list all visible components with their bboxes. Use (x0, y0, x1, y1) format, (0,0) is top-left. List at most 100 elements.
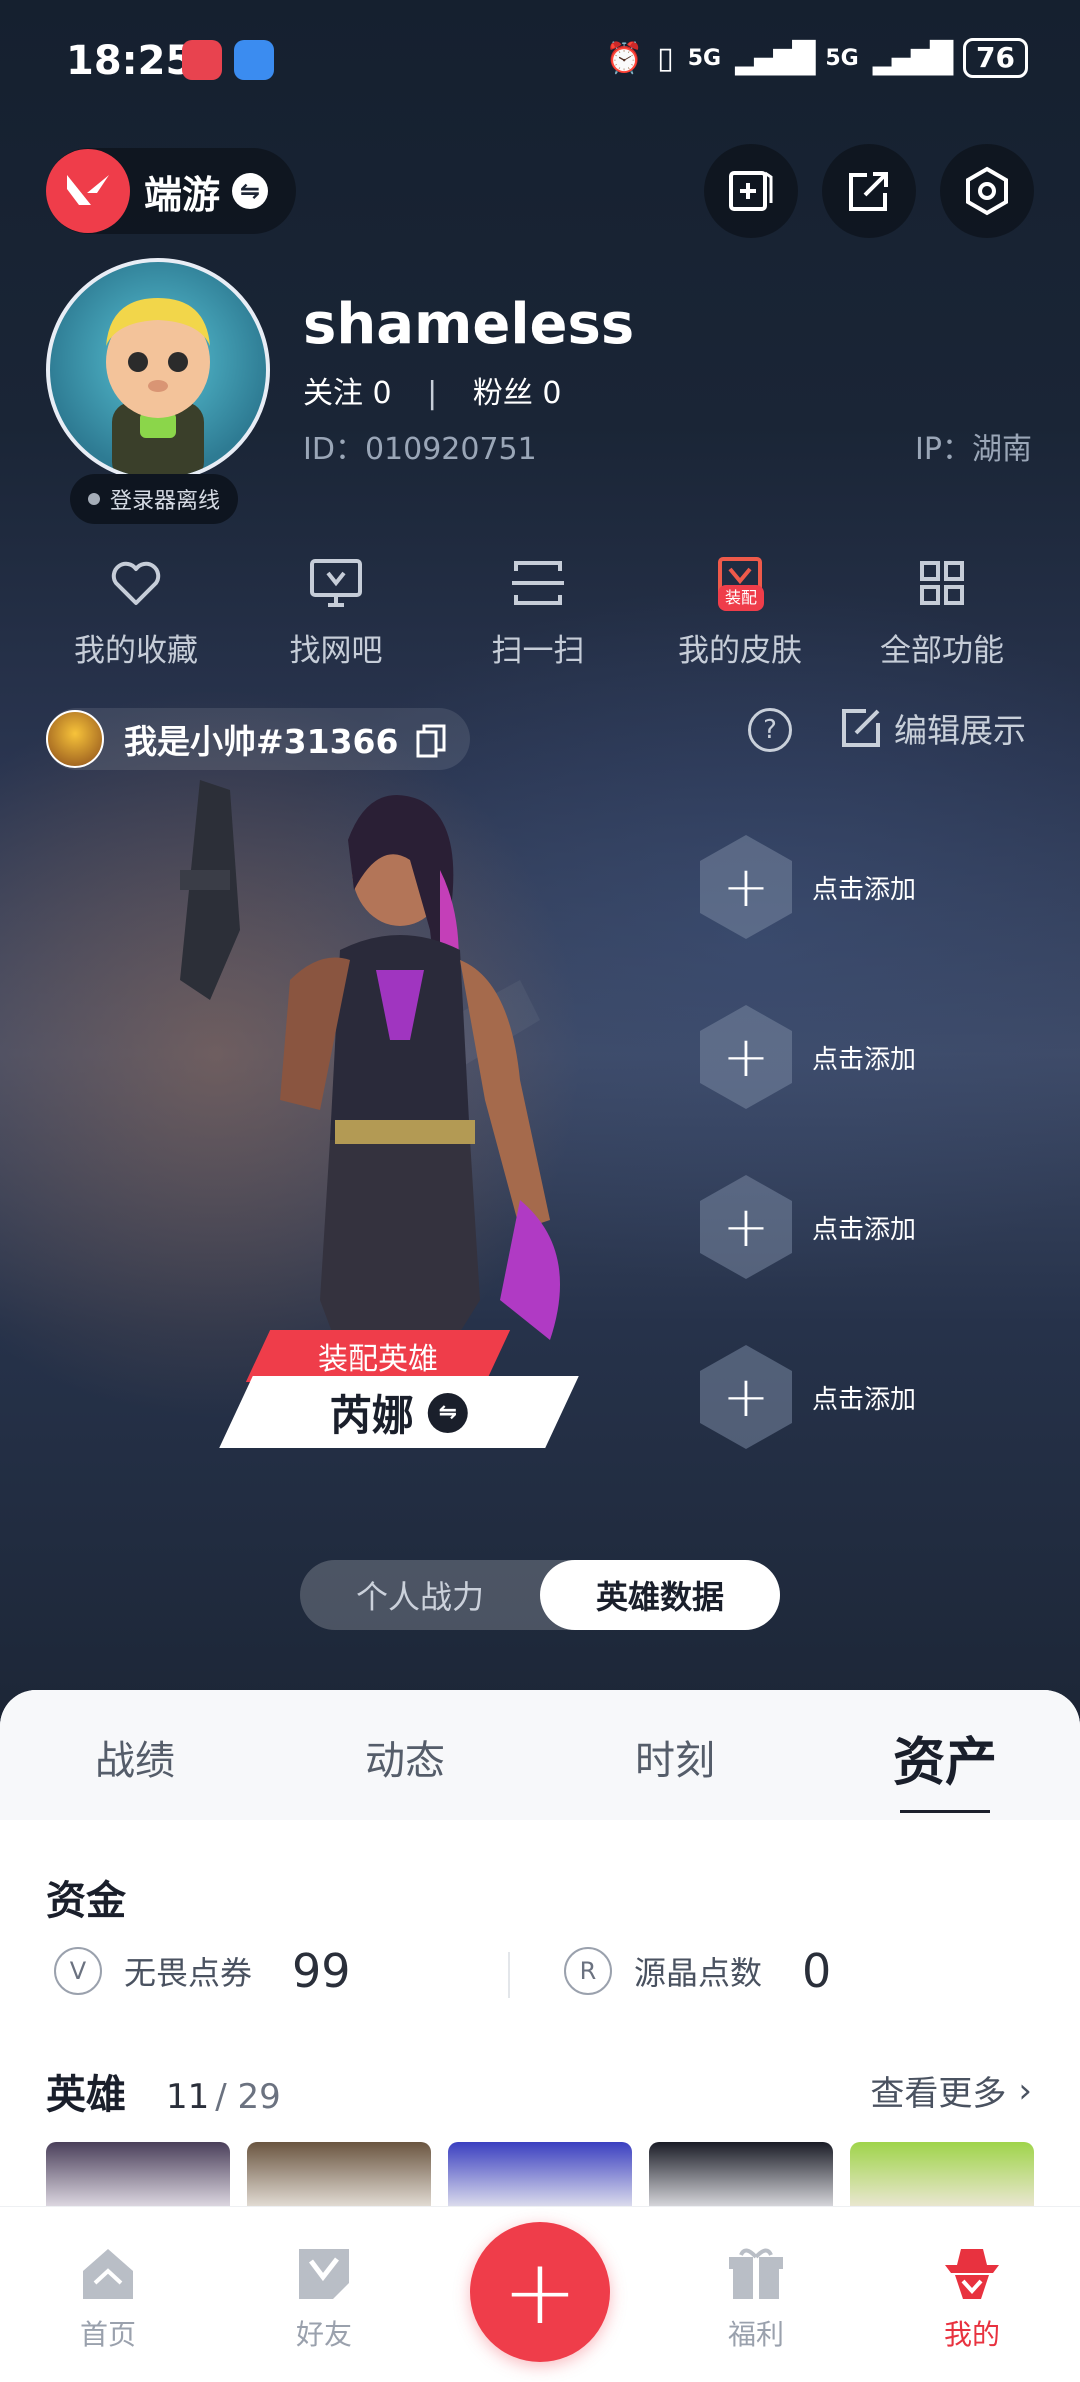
plus-icon: + (700, 1175, 792, 1279)
fund-label: 无畏点券 (124, 1954, 253, 1992)
showcase-slot[interactable]: + 点击添加 (700, 1342, 980, 1452)
funds-title: 资金 (46, 1878, 126, 1924)
hero-thumbnail[interactable] (649, 2142, 833, 2212)
fans-count[interactable]: 粉丝 0 (473, 376, 562, 411)
heroes-title: 英雄 (46, 2072, 126, 2118)
agent-hat-icon (941, 2243, 1003, 2305)
plus-icon: + (502, 2239, 578, 2345)
status-app-icons (182, 40, 274, 80)
hero-name-plate[interactable]: 芮娜 ⇋ (219, 1376, 579, 1448)
copy-icon[interactable] (416, 724, 446, 758)
add-card-icon (729, 171, 773, 211)
quick-action-label: 扫一扫 (491, 633, 585, 669)
status-time: 18:25 (66, 38, 194, 84)
add-card-button[interactable] (704, 144, 798, 238)
quick-action-favorites[interactable]: 我的收藏 (36, 555, 236, 670)
quick-action-all-features[interactable]: 全部功能 (842, 555, 1042, 670)
segment-hero-data[interactable]: 英雄数据 (540, 1560, 780, 1630)
tab-record[interactable]: 战绩 (0, 1690, 270, 1820)
user-id: ID：010920751 (303, 432, 537, 467)
edit-showcase-button[interactable]: 编辑展示 (840, 704, 1026, 752)
quick-action-label: 我的收藏 (74, 633, 198, 669)
valorant-point-icon: V (54, 1947, 102, 1995)
home-icon (77, 2243, 139, 2305)
slot-label: 点击添加 (812, 874, 917, 905)
tab-bar: 战绩 动态 时刻 资产 (0, 1690, 1080, 1820)
nav-home[interactable]: 首页 (0, 2207, 216, 2382)
tab-indicator (900, 1801, 990, 1813)
radianite-icon: R (564, 1947, 612, 1995)
share-icon (849, 172, 888, 211)
skin-icon: 装配 (712, 555, 768, 611)
showcase-slot[interactable]: + 点击添加 (700, 1002, 980, 1112)
fund-label: 源晶点数 (634, 1954, 763, 1992)
platform-switcher[interactable]: 端游 ⇋ (46, 148, 296, 234)
following-count[interactable]: 关注 0 (303, 376, 392, 411)
settings-button[interactable] (940, 144, 1034, 238)
quick-action-label: 找网吧 (289, 633, 383, 669)
signal-5g-label-2: 5G (825, 45, 859, 71)
showcase-slot[interactable]: + 点击添加 (700, 1172, 980, 1282)
quick-action-skins[interactable]: 装配 我的皮肤 (640, 555, 840, 670)
see-more-link[interactable]: 查看更多 › (870, 2066, 1032, 2115)
fund-value: 99 (292, 1944, 351, 1998)
shopping-app-icon (182, 40, 222, 80)
scan-icon (510, 555, 566, 611)
slot-label: 点击添加 (812, 1384, 917, 1415)
avatar[interactable] (46, 258, 270, 482)
username: shameless (303, 292, 635, 357)
quick-action-label: 我的皮肤 (678, 633, 802, 669)
signal-bars-icon: ▂▄▆█ (872, 40, 953, 76)
skin-badge: 装配 (718, 585, 764, 611)
segment-personal-power[interactable]: 个人战力 (300, 1560, 540, 1630)
gear-icon (966, 166, 1008, 216)
help-icon[interactable]: ? (748, 708, 792, 752)
fund-valorant-points: V 无畏点券 99 (54, 1944, 351, 1998)
follow-stats: 关注 0 | 粉丝 0 (303, 368, 561, 412)
heroes-header: 英雄 11 / 29 (46, 2062, 281, 2120)
avatar-illustration (106, 298, 210, 478)
quick-action-scan[interactable]: 扫一扫 (438, 555, 638, 670)
grid-icon (914, 555, 970, 611)
showcase-slot[interactable]: + 点击添加 (700, 832, 980, 942)
equipped-hero-label: 装配英雄 (318, 1342, 438, 1377)
nav-rewards[interactable]: 福利 (648, 2207, 864, 2382)
tab-moments[interactable]: 时刻 (540, 1690, 810, 1820)
offline-dot (88, 493, 100, 505)
quick-action-internet-cafe[interactable]: 找网吧 (236, 555, 436, 670)
plus-icon: + (700, 835, 792, 939)
fund-divider (508, 1952, 510, 1998)
fund-value: 0 (802, 1944, 832, 1998)
heart-icon (108, 555, 164, 611)
swap-icon: ⇋ (232, 173, 269, 209)
hero-thumbnail[interactable] (448, 2142, 632, 2212)
monitor-icon (308, 555, 364, 611)
game-account-pill[interactable]: 我是小帅#31366 (46, 708, 470, 770)
share-button[interactable] (822, 144, 916, 238)
swap-icon: ⇋ (428, 1392, 468, 1432)
nav-friends[interactable]: 好友 (216, 2207, 432, 2382)
ip-location: IP：湖南 (915, 432, 1032, 467)
hero-name: 芮娜 (329, 1390, 414, 1440)
plus-icon: + (700, 1005, 792, 1109)
nav-label: 我的 (943, 2318, 1000, 2351)
tab-assets[interactable]: 资产 (810, 1690, 1080, 1820)
slot-label: 点击添加 (812, 1044, 917, 1075)
login-status-text: 登录器离线 (110, 489, 221, 514)
tab-activity[interactable]: 动态 (270, 1690, 540, 1820)
signal-bars-icon: ▂▄▆█ (735, 40, 815, 76)
create-post-button[interactable]: + (470, 2222, 610, 2362)
hero-thumbnail[interactable] (850, 2142, 1034, 2212)
hero-thumbnail[interactable] (46, 2142, 230, 2212)
battery-indicator: 76 (963, 38, 1028, 78)
see-more-label: 查看更多 (870, 2074, 1007, 2114)
stats-separator: | (427, 376, 438, 411)
quick-action-label: 全部功能 (880, 633, 1004, 669)
equipped-hero-tag: 装配英雄 (245, 1330, 511, 1382)
signal-5g-label-1: 5G (687, 45, 722, 71)
fund-radianite-points: R 源晶点数 0 (564, 1944, 831, 1998)
hero-thumbnail[interactable] (247, 2142, 431, 2212)
game-account-name: 我是小帅#31366 (124, 722, 399, 761)
nav-label: 福利 (727, 2318, 784, 2351)
nav-me[interactable]: 我的 (864, 2207, 1080, 2382)
